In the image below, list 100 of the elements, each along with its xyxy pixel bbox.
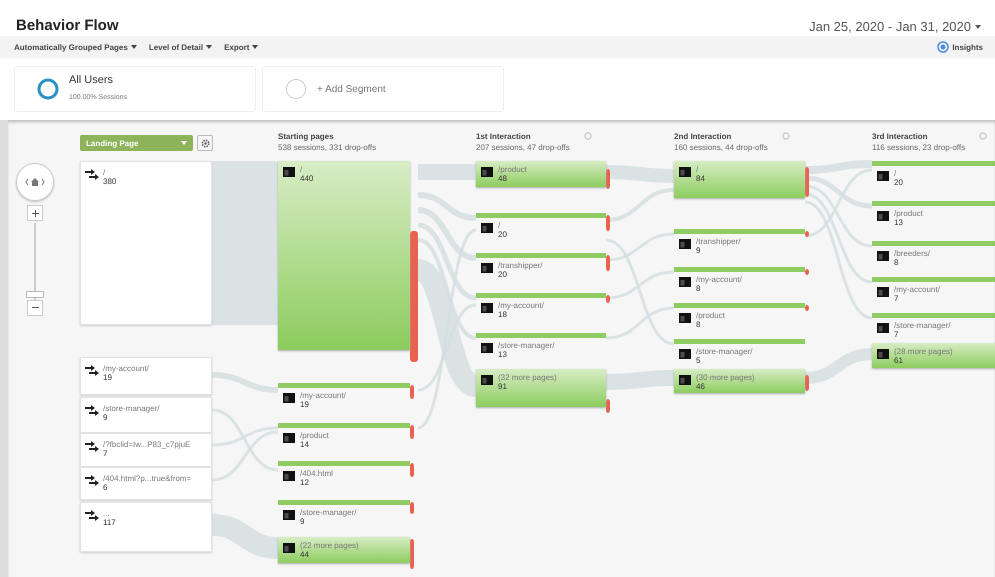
column-summary: 116 sessions, 23 drop-offs	[872, 143, 966, 152]
page-node[interactable]: (30 more pages) 46	[674, 369, 805, 393]
page-node[interactable]: / 440	[278, 161, 410, 350]
column-title: 3rd Interaction	[872, 132, 929, 141]
flow-band	[804, 348, 872, 384]
drop-off-bar	[606, 169, 610, 189]
caret-icon	[181, 141, 187, 145]
page-icon	[679, 313, 691, 323]
add-segment-card[interactable]: + Add Segment	[262, 66, 504, 112]
page-node[interactable]: /404.html 12	[278, 461, 410, 498]
page-icon	[877, 323, 889, 333]
page-node[interactable]: /store-manager/ 13	[476, 333, 606, 367]
page-icon	[877, 349, 889, 359]
drop-off-bar	[805, 167, 809, 197]
page-node[interactable]: (22 more pages) 44	[278, 537, 410, 563]
flow-band	[418, 164, 476, 180]
arrows-icon	[85, 440, 99, 453]
landing-node[interactable]: ... 117	[80, 502, 212, 552]
column-title: 2nd Interaction	[674, 132, 732, 141]
arrows-icon	[85, 364, 99, 377]
page-node[interactable]: (28 more pages) 61	[872, 343, 995, 368]
page-icon	[877, 211, 889, 221]
page-node[interactable]: /transhipper/ 20	[476, 253, 606, 289]
drop-off-bar	[606, 255, 610, 271]
drop-off-bar	[606, 215, 610, 231]
page-icon	[679, 167, 691, 177]
page-node[interactable]: / 20	[476, 213, 606, 249]
page-icon	[481, 303, 493, 313]
page-icon	[877, 171, 889, 181]
insights-button[interactable]: Insights	[937, 41, 983, 53]
page-node[interactable]: /product 14	[278, 423, 410, 460]
drop-off-bar	[606, 295, 610, 303]
page-node[interactable]: /store-manager/ 7	[872, 313, 995, 343]
page-icon	[283, 167, 295, 177]
settings-icon	[200, 138, 210, 148]
drop-off-bar	[410, 539, 414, 569]
landing-node[interactable]: /my-account/ 19	[80, 357, 212, 395]
toolbar-menu[interactable]: Level of Detail	[148, 42, 212, 52]
column-title: 1st Interaction	[476, 132, 532, 141]
page-icon	[679, 239, 691, 249]
caret-icon	[206, 45, 212, 49]
column-title: Starting pages	[278, 132, 335, 141]
drop-off-bar	[410, 502, 414, 514]
page-node[interactable]: /transhipper/ 9	[674, 229, 805, 263]
landing-node[interactable]: /404.html?p...true&from= 6	[80, 467, 212, 500]
caret-icon	[130, 45, 137, 49]
page-icon	[283, 433, 295, 443]
toolbar-menu[interactable]: Automatically Grouped Pages	[14, 42, 137, 52]
page-node[interactable]: /store-manager/ 5	[674, 339, 805, 369]
page-node[interactable]: /breeders/ 8	[872, 241, 995, 275]
page-node[interactable]: /product 48	[476, 161, 606, 187]
caret-icon	[975, 24, 981, 28]
page-icon	[481, 375, 493, 385]
landing-node[interactable]: /store-manager/ 9	[80, 397, 212, 433]
segment-name: All Users	[69, 74, 114, 86]
zoom-in-button[interactable]	[27, 205, 43, 221]
date-range-picker[interactable]: Jan 25, 2020 - Jan 31, 2020	[809, 19, 981, 34]
page-node[interactable]: / 84	[674, 161, 805, 198]
page-node[interactable]: / 20	[872, 161, 995, 197]
column-summary: 160 sessions, 44 drop-offs	[674, 143, 768, 152]
page-node[interactable]: (32 more pages) 91	[476, 369, 606, 407]
page-node[interactable]: /product 13	[872, 201, 995, 237]
drop-off-bar	[805, 231, 809, 237]
page-node[interactable]: /store-manager/ 9	[278, 500, 410, 535]
page-title: Behavior Flow	[16, 17, 119, 34]
page-icon	[877, 287, 889, 297]
flow-band	[212, 372, 278, 393]
drop-off-bar	[606, 399, 610, 413]
caret-icon	[252, 45, 258, 49]
page-icon	[481, 167, 493, 177]
drop-off-bar	[410, 425, 414, 439]
arrows-icon	[85, 168, 99, 181]
page-icon	[877, 251, 889, 261]
landing-node[interactable]: / 380	[80, 161, 212, 325]
settings-button[interactable]	[197, 135, 213, 151]
drop-off-bar	[805, 375, 809, 391]
plus-icon	[32, 210, 38, 216]
flow-band	[211, 514, 279, 559]
column-summary: 538 sessions, 331 drop-offs	[278, 143, 376, 152]
page-node[interactable]: /my-account/ 19	[278, 383, 410, 420]
flow-band	[606, 370, 674, 390]
landing-node[interactable]: /?fbclid=Iw...P83_c7pjuE 7	[80, 433, 212, 467]
flow-band	[606, 165, 674, 183]
toolbar-menu[interactable]: Export	[224, 42, 258, 52]
zoom-slider-thumb[interactable]	[26, 290, 44, 298]
page-node[interactable]: /my-account/ 18	[476, 293, 606, 329]
page-node[interactable]: /my-account/ 8	[674, 267, 805, 301]
drop-off-bar	[805, 305, 809, 311]
page-icon	[679, 375, 691, 385]
segment-ring-icon	[37, 78, 59, 100]
page-icon	[679, 277, 691, 287]
page-icon	[283, 471, 295, 481]
insights-icon	[937, 41, 950, 53]
pan-home-button[interactable]	[16, 163, 54, 201]
drop-off-bar	[410, 385, 414, 399]
page-icon	[283, 510, 295, 520]
zoom-out-button[interactable]	[27, 300, 43, 316]
column-summary: 207 sessions, 47 drop-offs	[476, 143, 570, 152]
page-node[interactable]: /my-account/ 7	[872, 277, 995, 311]
page-node[interactable]: /product 8	[674, 303, 805, 337]
